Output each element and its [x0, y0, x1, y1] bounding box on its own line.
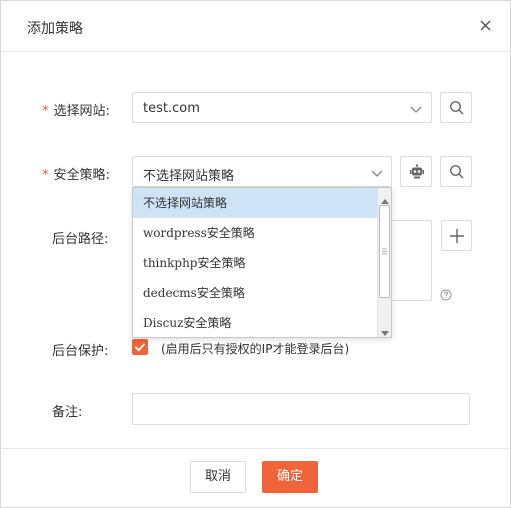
dialog-title: 添加策略 — [27, 21, 83, 37]
policy-search-button[interactable] — [440, 156, 472, 187]
policy-option[interactable]: Discuz安全策略 — [133, 308, 377, 337]
dropdown-scrollbar[interactable] — [377, 188, 391, 337]
add-policy-dialog: 添加策略 * 选择网站: test.com * 安全策略: 不选择网站策略 后台… — [0, 0, 511, 508]
close-icon[interactable] — [477, 17, 495, 35]
policy-option[interactable]: 不选择网站策略 — [133, 188, 377, 218]
note-input[interactable] — [132, 393, 470, 425]
scroll-up-icon[interactable] — [381, 193, 389, 204]
required-mark: * — [42, 104, 49, 119]
chevron-down-icon — [409, 104, 423, 114]
note-label: 备注: — [52, 405, 83, 420]
required-mark: * — [42, 168, 49, 183]
site-label: * 选择网站: — [42, 100, 110, 119]
policy-option[interactable]: wordpress安全策略 — [133, 218, 377, 248]
search-icon — [450, 165, 464, 179]
backend-protect-checkbox[interactable] — [132, 339, 148, 355]
policy-option[interactable]: dedecms安全策略 — [133, 278, 377, 308]
robot-button[interactable] — [400, 156, 432, 187]
site-select-value: test.com — [143, 101, 200, 116]
help-icon[interactable] — [440, 289, 452, 301]
backend-path-label: 后台路径: — [52, 232, 109, 247]
policy-select[interactable]: 不选择网站策略 — [132, 156, 392, 187]
policy-option[interactable]: thinkphp安全策略 — [133, 248, 377, 278]
checkmark-icon — [134, 343, 146, 352]
site-search-button[interactable] — [440, 92, 472, 123]
add-path-button[interactable] — [441, 220, 472, 251]
dialog-footer — [1, 448, 510, 507]
site-select[interactable]: test.com — [132, 92, 432, 123]
robot-icon — [410, 164, 424, 179]
scroll-down-icon[interactable] — [381, 326, 389, 336]
site-label-text: 选择网站: — [53, 104, 110, 119]
search-icon — [450, 101, 464, 115]
backend-protect-description: (启用后只有授权的IP才能登录后台) — [161, 342, 350, 356]
confirm-button[interactable]: 确定 — [262, 461, 318, 493]
policy-dropdown-list: 不选择网站策略 wordpress安全策略 thinkphp安全策略 dedec… — [132, 187, 392, 338]
policy-label: * 安全策略: — [42, 164, 110, 183]
chevron-down-icon — [370, 168, 384, 178]
dialog-header: 添加策略 — [1, 1, 510, 52]
scrollbar-thumb[interactable] — [379, 205, 390, 298]
plus-icon — [450, 229, 464, 243]
cancel-button[interactable]: 取消 — [190, 461, 246, 493]
policy-label-text: 安全策略: — [53, 168, 110, 183]
backend-protect-label: 后台保护: — [52, 344, 109, 359]
grip-icon — [382, 248, 387, 255]
policy-select-value: 不选择网站策略 — [143, 169, 235, 184]
